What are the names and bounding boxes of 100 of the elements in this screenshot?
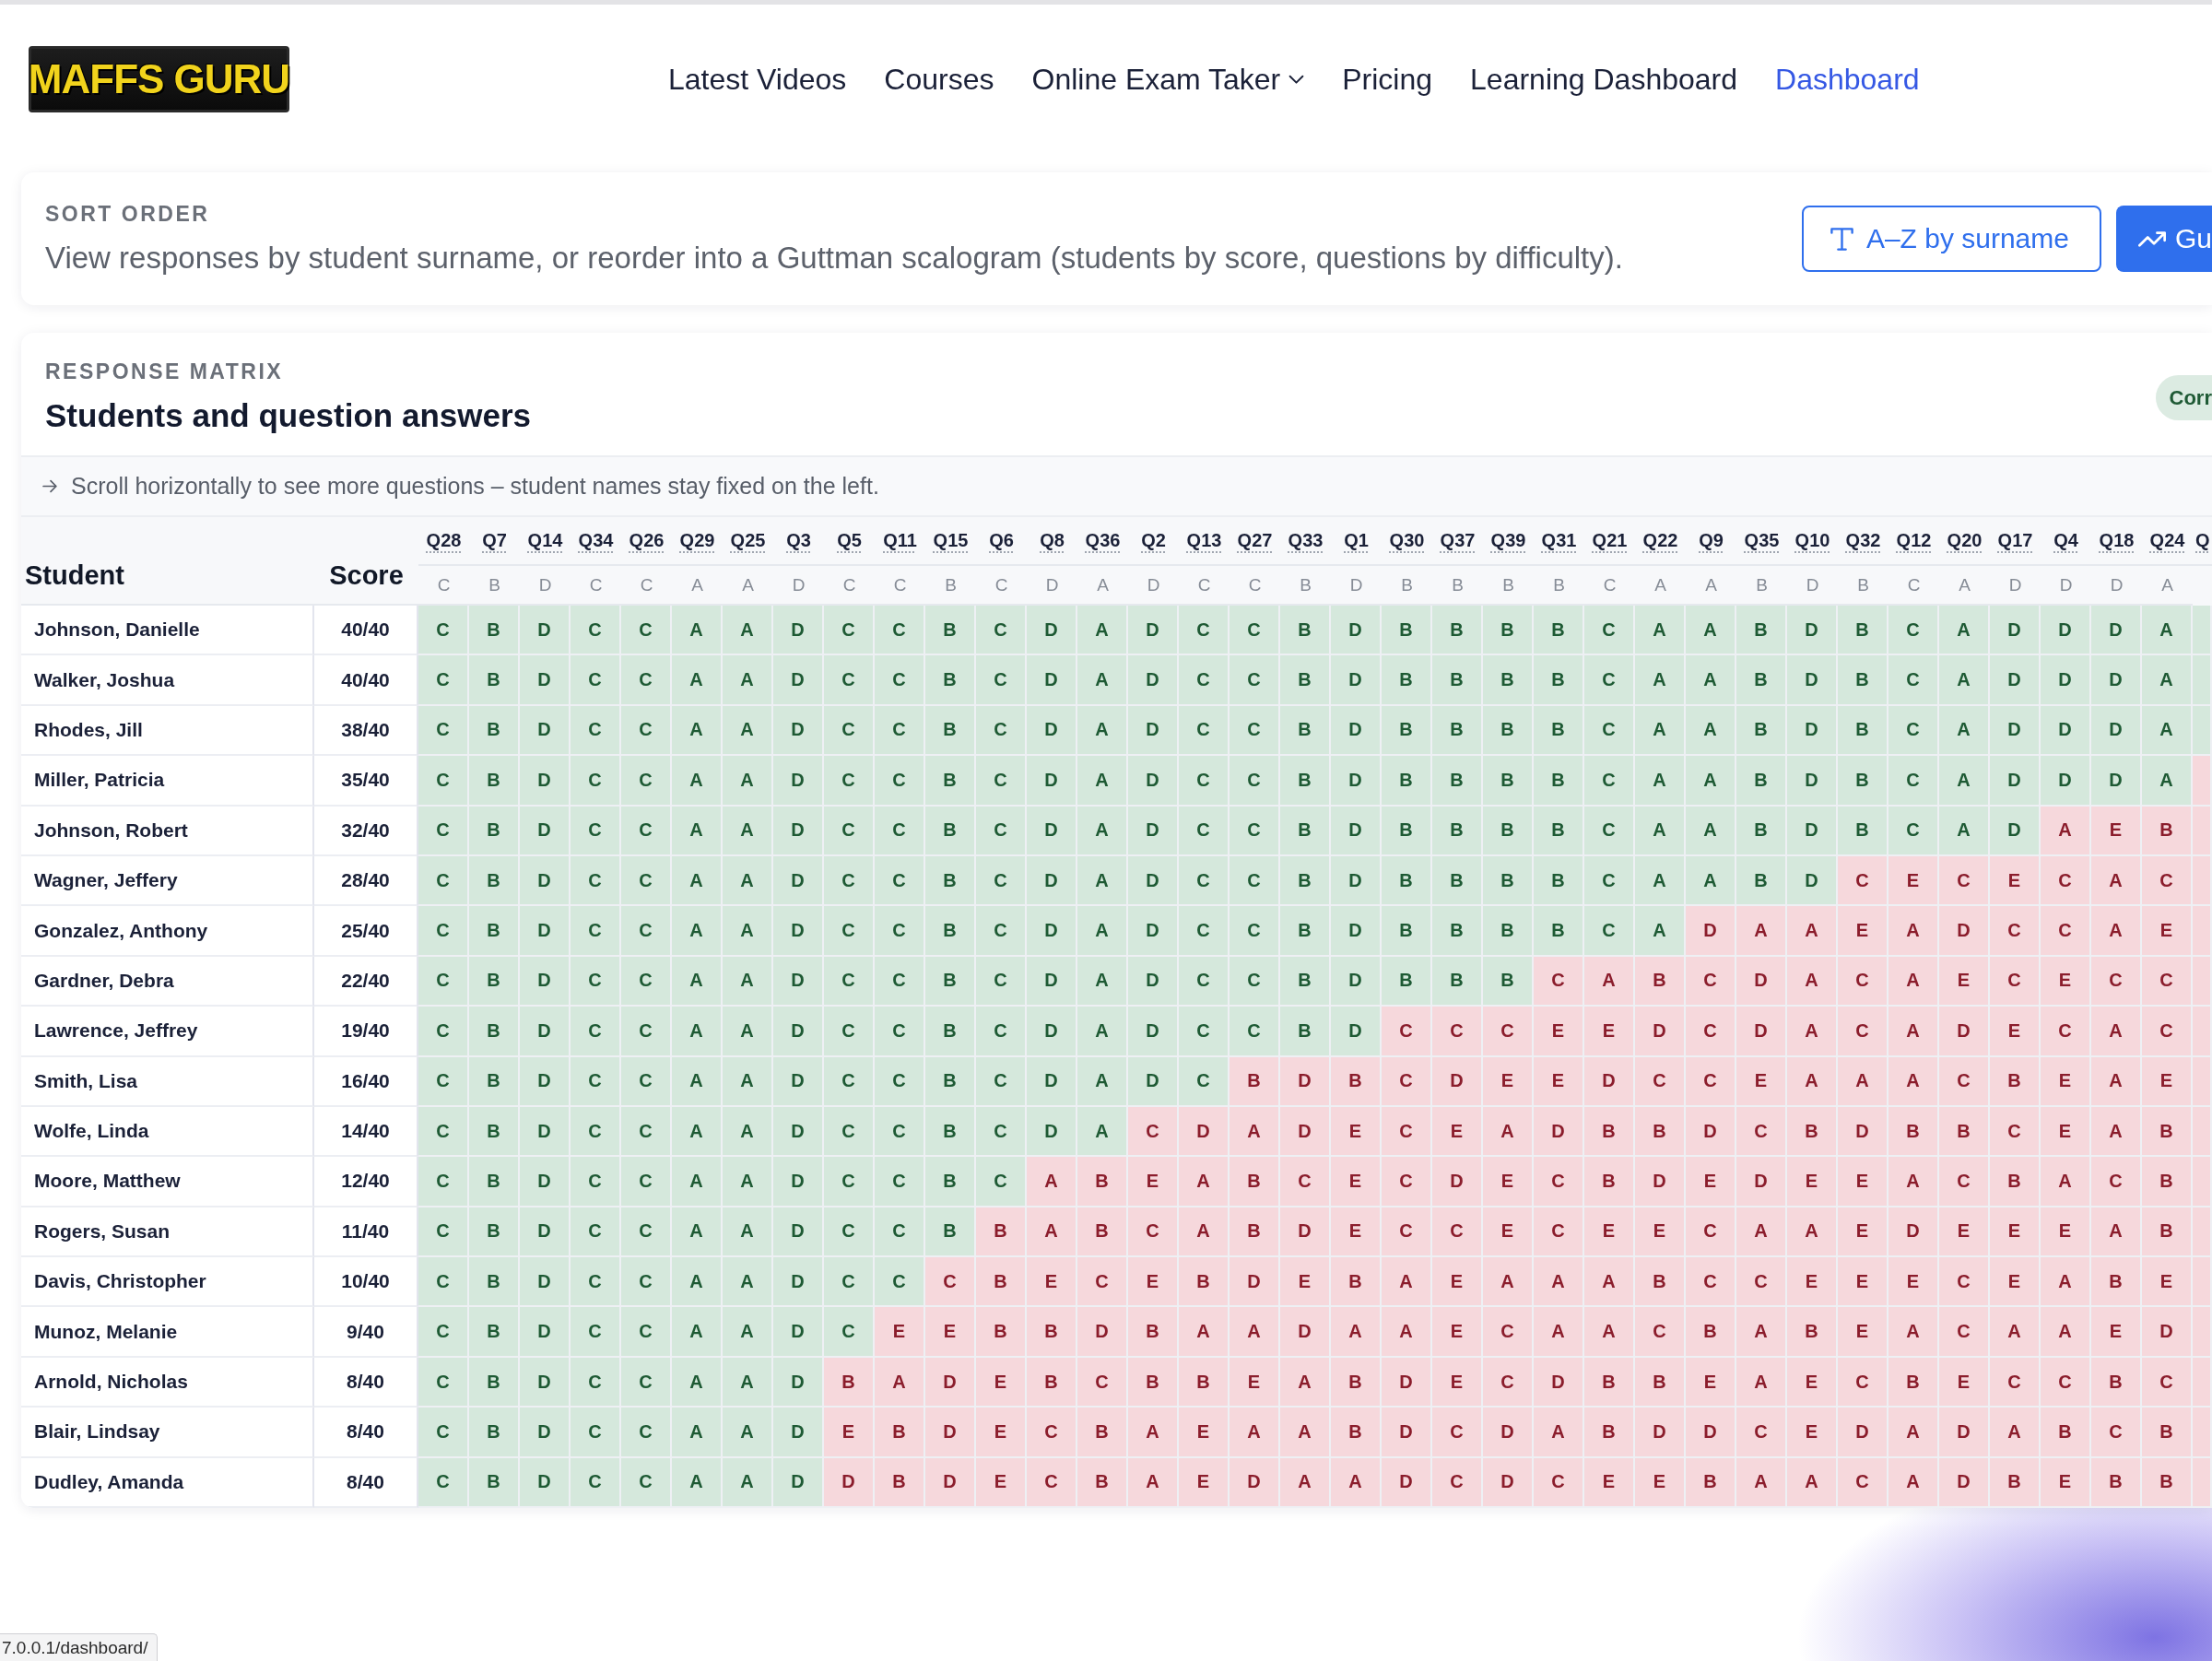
answer-cell: C — [418, 1457, 469, 1509]
answer-cell: E — [1128, 1157, 1179, 1207]
answer-cell: C — [1230, 806, 1280, 856]
answer-cell: C — [1432, 1007, 1483, 1057]
answer-cell: E — [1483, 1157, 1534, 1207]
answer-cell: B — [925, 1056, 976, 1107]
answer-cell: C — [875, 1106, 925, 1158]
answer-cell: B — [1736, 855, 1787, 907]
answer-cell: B — [2142, 1457, 2193, 1509]
nav-link[interactable]: Online Exam Taker — [1031, 62, 1305, 97]
student-score: 14/40 — [341, 1120, 390, 1143]
answer-cell: B — [1432, 956, 1483, 1007]
answer-cell: C — [1990, 956, 2041, 1007]
answer-cell: B — [1736, 606, 1787, 656]
answer-cell: A — [723, 1357, 773, 1408]
answer-cell: C — [976, 705, 1027, 757]
nav-link[interactable]: Latest Videos — [668, 62, 847, 97]
answer-cell: B — [1584, 1408, 1635, 1458]
nav-link[interactable]: Dashboard — [1775, 62, 1920, 97]
student-name: Blair, Lindsay — [34, 1420, 160, 1443]
student-score: 32/40 — [341, 819, 390, 842]
answer-cell: D — [2041, 606, 2091, 656]
answer-cell: C — [1584, 606, 1635, 656]
answer-cell: C — [824, 855, 875, 907]
nav-link[interactable]: Courses — [884, 62, 994, 97]
answer-cell: D — [2091, 756, 2142, 807]
student-score: 8/40 — [347, 1470, 384, 1493]
answer-cell: B — [1432, 806, 1483, 856]
answer-cell: C — [1939, 1307, 1990, 1358]
answer-cell: D — [773, 705, 824, 757]
answer-cell: C — [875, 855, 925, 907]
answer-cell: D — [520, 1007, 571, 1057]
question-label: Q7 — [482, 530, 507, 551]
question-label: Q27 — [1237, 530, 1273, 551]
answer-cell: D — [1787, 606, 1838, 656]
answer-cell: D — [773, 1357, 824, 1408]
answer-cell: C — [418, 1157, 469, 1207]
answer-cell: C — [571, 655, 621, 706]
answer-cell: C — [2142, 855, 2193, 907]
answer-cell: C — [1179, 756, 1230, 807]
question-label: Q35 — [1744, 530, 1780, 551]
answer-cell: C — [2091, 956, 2142, 1007]
answer-cell: A — [1635, 655, 1686, 706]
answer-cell: C — [1230, 956, 1280, 1007]
site-logo[interactable]: MAFFS GURU — [29, 46, 289, 112]
nav-link[interactable]: Learning Dashboard — [1470, 62, 1738, 97]
answer-cell: E — [1483, 1207, 1534, 1258]
answer-cell: C — [571, 1157, 621, 1207]
answer-cell: C — [418, 1007, 469, 1057]
answer-cell: E — [1990, 1257, 2041, 1308]
answer-cell: C — [1584, 806, 1635, 856]
answer-cell: B — [469, 1106, 520, 1158]
answer-cell: A — [2091, 906, 2142, 957]
answer-cell: C — [1838, 956, 1888, 1007]
question-label: Q15 — [933, 530, 969, 551]
answer-cell: D — [2041, 655, 2091, 706]
answer-cell: C — [2142, 1007, 2193, 1057]
answer-cell: A — [1939, 655, 1990, 706]
answer-key: D — [2008, 574, 2022, 595]
student-name: Lawrence, Jeffrey — [34, 1019, 198, 1043]
answer-cell: D — [1736, 1007, 1787, 1057]
answer-cell: A — [1888, 1408, 1939, 1458]
answer-cell: C — [875, 606, 925, 656]
question-label: Q6 — [989, 530, 1014, 551]
answer-cell: E — [1838, 1207, 1888, 1258]
nav-link[interactable]: Pricing — [1342, 62, 1433, 97]
sort-button[interactable]: A–Z by surname — [1801, 206, 2101, 272]
answer-cell: A — [1990, 1408, 2041, 1458]
answer-cell: B — [976, 1257, 1027, 1308]
answer-cell: C — [824, 1157, 875, 1207]
answer-cell: A — [1888, 1157, 1939, 1207]
answer-cell: E — [976, 1457, 1027, 1509]
answer-cell: A — [1787, 1056, 1838, 1107]
answer-cell: C — [1027, 1408, 1077, 1458]
answer-cell: E — [1838, 1157, 1888, 1207]
answer-cell: C — [418, 1307, 469, 1358]
sort-button[interactable]: Gu — [2115, 206, 2212, 272]
answer-cell: C — [418, 655, 469, 706]
answer-cell: D — [1331, 705, 1382, 757]
answer-key: A — [1959, 574, 1971, 595]
answer-cell: C — [1584, 756, 1635, 807]
answer-cell: C — [571, 1106, 621, 1158]
question-label: Q36 — [1085, 530, 1121, 551]
answer-cell: C — [1888, 806, 1939, 856]
answer-cell: C — [925, 1257, 976, 1308]
answer-cell: C — [418, 756, 469, 807]
answer-cell: D — [1787, 756, 1838, 807]
answer-cell: A — [1939, 606, 1990, 656]
answer-cell: D — [2041, 756, 2091, 807]
answer-cell: B — [1888, 1106, 1939, 1158]
answer-cell: E — [2142, 1056, 2193, 1107]
answer-cell: B — [1432, 606, 1483, 656]
answer-cell: E — [976, 1408, 1027, 1458]
answer-cell: B — [925, 1157, 976, 1207]
answer-key: D — [2110, 574, 2124, 595]
answer-cell: B — [1382, 806, 1432, 856]
answer-cell: B — [469, 606, 520, 656]
answer-cell: B — [1280, 1007, 1331, 1057]
answer-cell: C — [1990, 1106, 2041, 1158]
answer-cell: D — [1686, 906, 1736, 957]
